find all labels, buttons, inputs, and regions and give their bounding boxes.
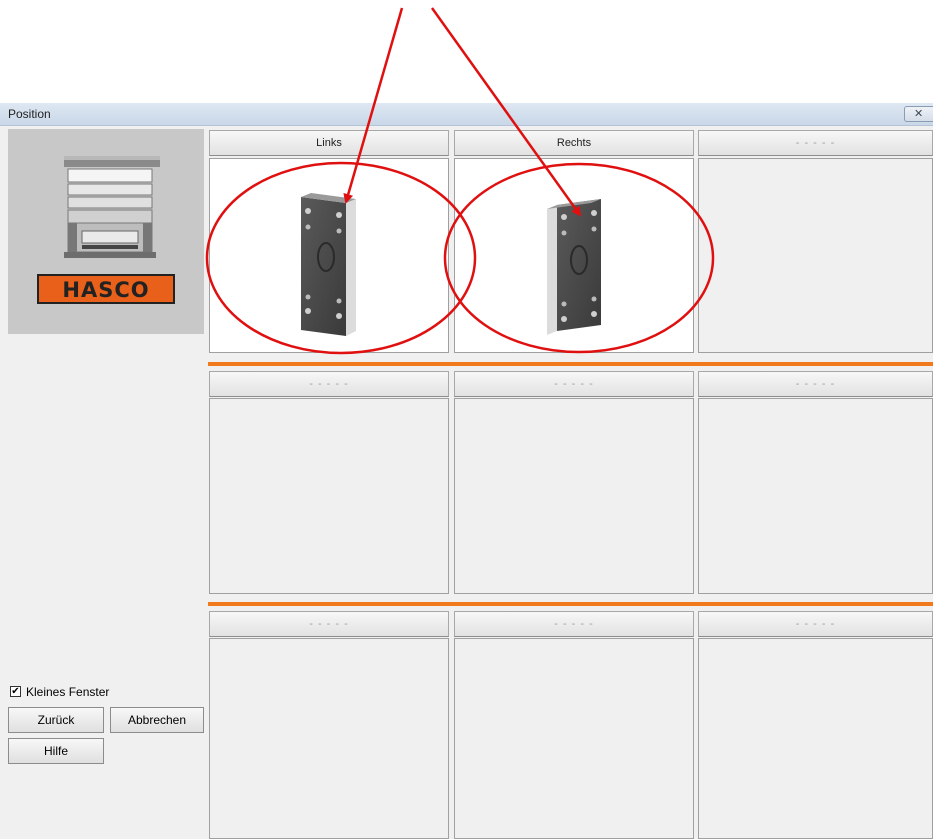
preview-empty[interactable] xyxy=(454,638,694,839)
small-window-label: Kleines Fenster xyxy=(26,685,110,699)
position-button-empty[interactable]: - - - - - xyxy=(454,371,694,397)
position-button-empty[interactable]: - - - - - xyxy=(698,371,933,397)
close-icon: ✕ xyxy=(914,108,924,120)
logo-text: HASCO xyxy=(62,278,149,302)
position-button-empty[interactable]: - - - - - xyxy=(209,371,449,397)
preview-empty[interactable] xyxy=(698,158,933,353)
window-title: Position xyxy=(8,107,51,121)
close-button[interactable]: ✕ xyxy=(904,106,933,122)
preview-rechts[interactable] xyxy=(454,158,694,353)
logo-panel: HASCO xyxy=(8,129,204,334)
cancel-button[interactable]: Abbrechen xyxy=(110,707,204,733)
small-window-checkbox[interactable]: ✔ xyxy=(10,686,21,697)
preview-empty[interactable] xyxy=(698,398,933,594)
position-dialog: Position ✕ HASCO Links Rechts - - - - - xyxy=(0,103,933,839)
hasco-logo: HASCO xyxy=(37,156,175,304)
preview-empty[interactable] xyxy=(209,638,449,839)
position-button-empty[interactable]: - - - - - xyxy=(454,611,694,637)
position-button-links[interactable]: Links xyxy=(209,130,449,156)
preview-empty[interactable] xyxy=(454,398,694,594)
position-button-empty[interactable]: - - - - - xyxy=(209,611,449,637)
preview-links[interactable] xyxy=(209,158,449,353)
separator-orange xyxy=(208,362,933,366)
help-button[interactable]: Hilfe xyxy=(8,738,104,764)
preview-empty[interactable] xyxy=(209,398,449,594)
plate-left-image xyxy=(301,193,356,336)
position-button-empty[interactable]: - - - - - xyxy=(698,130,933,156)
position-button-rechts[interactable]: Rechts xyxy=(454,130,694,156)
plate-right-image xyxy=(547,199,601,335)
back-button[interactable]: Zurück xyxy=(8,707,104,733)
position-button-empty[interactable]: - - - - - xyxy=(698,611,933,637)
title-bar: Position ✕ xyxy=(0,103,933,126)
separator-orange xyxy=(208,602,933,606)
preview-empty[interactable] xyxy=(698,638,933,839)
